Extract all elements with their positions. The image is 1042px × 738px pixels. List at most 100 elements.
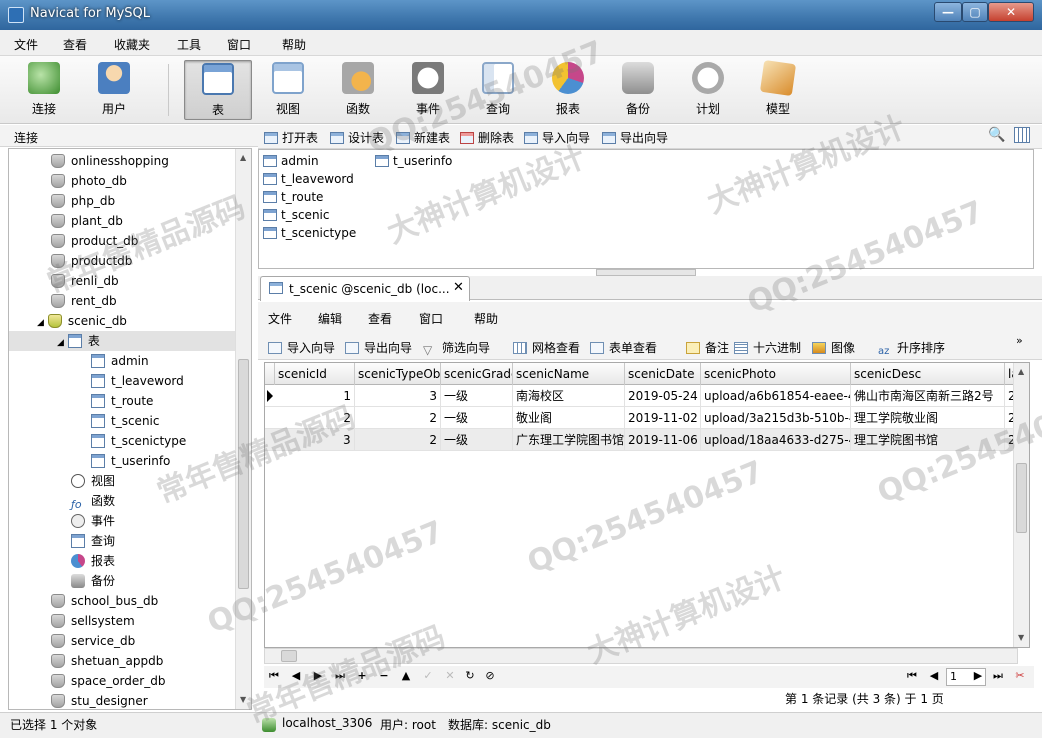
tree-db-item[interactable]: sellsystem [51,611,135,631]
grid-vertical-scrollbar[interactable]: ▲ ▼ [1013,363,1029,647]
object-table-item[interactable]: t_leaveword [263,170,354,188]
export-wizard-button[interactable]: 导出向导 [345,339,412,356]
tree-backups-node[interactable]: 备份 [71,571,115,591]
tree-table-item[interactable]: t_route [91,391,153,411]
toolbar-table-button[interactable]: 表 [184,60,252,120]
import-wizard-button[interactable]: 导入向导 [524,129,590,146]
grid-cell[interactable]: 2 [275,407,355,429]
inner-menu-help[interactable]: 帮助 [474,310,498,327]
grid-scroll-thumb[interactable] [1016,463,1027,533]
inner-menu-window[interactable]: 窗口 [419,310,443,327]
tree-table-item[interactable]: t_scenictype [91,431,186,451]
toolbar-backup-button[interactable]: 备份 [604,60,672,120]
grid-view-button[interactable]: 网格查看 [513,339,580,356]
up-icon[interactable]: ▲ [398,669,414,682]
tree-db-item[interactable]: product_db [51,231,138,251]
toolbar-connection-button[interactable]: 连接 [10,60,78,120]
settings-icon[interactable]: ✂ [1012,669,1028,682]
next-page-icon[interactable]: ▶ [970,669,986,682]
inner-menu-edit[interactable]: 编辑 [318,310,342,327]
hscroll-thumb[interactable] [281,650,297,662]
grid-cell[interactable]: 理工学院敬业阁 [851,407,1005,429]
scroll-down-icon[interactable]: ▼ [240,695,246,704]
object-table-item[interactable]: t_scenic [263,206,329,224]
grid-cell[interactable]: 广东理工学院图书馆 [513,429,625,451]
object-table-item[interactable]: t_scenictype [263,224,356,242]
tree-views-node[interactable]: 视图 [71,471,115,491]
search-icon[interactable]: 🔍 [988,127,1005,143]
list-view-icon[interactable] [1014,127,1030,143]
delete-record-icon[interactable]: − [376,669,392,682]
tree-db-item[interactable]: school_bus_db [51,591,158,611]
prev-page-icon[interactable]: ◀ [926,669,942,682]
toolbar-overflow-icon[interactable]: » [1016,334,1023,347]
tree-db-item[interactable]: service_db [51,631,135,651]
toolbar-model-button[interactable]: 模型 [744,59,812,120]
inner-menu-view[interactable]: 查看 [368,310,392,327]
first-page-icon[interactable]: ⏮ [904,669,920,683]
table-row[interactable]: 3 2 一级 广东理工学院图书馆 2019-11-06 upload/18aa4… [265,429,1025,451]
grid-cell[interactable]: upload/18aa4633-d275-4 [701,429,851,451]
add-record-icon[interactable]: + [354,669,370,682]
prev-record-icon[interactable]: ◀ [288,669,304,682]
menu-favorites[interactable]: 收藏夹 [114,36,150,53]
inner-menu-file[interactable]: 文件 [268,310,292,327]
discard-icon[interactable]: ✕ [442,669,458,682]
tree-table-item[interactable]: t_leaveword [91,371,184,391]
tree-db-scenic[interactable]: ◢ scenic_db [37,311,127,331]
scroll-up-icon[interactable]: ▲ [1018,367,1024,376]
object-table-item[interactable]: t_route [263,188,323,206]
maximize-button[interactable]: ▢ [962,2,988,22]
grid-cell[interactable]: upload/3a215d3b-510b-4 [701,407,851,429]
tree-db-item[interactable]: rent_db [51,291,117,311]
toolbar-view-button[interactable]: 视图 [254,60,322,120]
tree-db-item[interactable]: plant_db [51,211,123,231]
tree-db-item[interactable]: photo_db [51,171,127,191]
toolbar-query-button[interactable]: 查询 [464,60,532,120]
tree-table-item[interactable]: t_userinfo [91,451,170,471]
menu-file[interactable]: 文件 [14,36,38,53]
toolbar-function-button[interactable]: 函数 [324,60,392,120]
menu-tools[interactable]: 工具 [177,36,201,53]
filter-wizard-button[interactable]: ▽ 筛选向导 [423,339,490,357]
tree-db-item[interactable]: php_db [51,191,115,211]
last-record-icon[interactable]: ⏭ [332,669,348,683]
tree-db-item[interactable]: stu_designer [51,691,148,709]
grid-cell[interactable]: 2019-11-06 [625,429,701,451]
column-header[interactable]: scenicId [275,363,355,385]
grid-horizontal-scrollbar[interactable] [264,648,1018,664]
menu-help[interactable]: 帮助 [282,36,306,53]
scroll-up-icon[interactable]: ▲ [240,153,246,162]
tree-events-node[interactable]: 事件 [71,511,115,531]
grid-cell[interactable]: 理工学院图书馆 [851,429,1005,451]
grid-cell[interactable]: 一级 [441,407,513,429]
column-header[interactable]: scenicPhoto [701,363,851,385]
delete-table-button[interactable]: 删除表 [460,129,514,146]
first-record-icon[interactable]: ⏮ [266,669,282,683]
close-tab-icon[interactable]: ✕ [453,280,464,295]
refresh-icon[interactable]: ↻ [462,669,478,682]
tab-t-scenic[interactable]: t_scenic @scenic_db (loc... ✕ [260,276,470,301]
tree-table-item[interactable]: admin [91,351,149,371]
grid-cell[interactable]: 一级 [441,429,513,451]
open-table-button[interactable]: 打开表 [264,129,318,146]
scroll-down-icon[interactable]: ▼ [1018,633,1024,642]
tree-db-item[interactable]: shetuan_appdb [51,651,163,671]
export-wizard-button[interactable]: 导出向导 [602,129,668,146]
design-table-button[interactable]: 设计表 [330,129,384,146]
next-record-icon[interactable]: ▶ [310,669,326,682]
table-row[interactable]: 2 2 一级 敬业阁 2019-11-02 upload/3a215d3b-51… [265,407,1025,429]
grid-cell[interactable]: 1 [275,385,355,407]
toolbar-event-button[interactable]: 事件 [394,60,462,120]
tree-db-item[interactable]: productdb [51,251,132,271]
import-wizard-button[interactable]: 导入向导 [268,339,335,356]
grid-cell[interactable]: 一级 [441,385,513,407]
grid-cell[interactable]: 佛山市南海区南新三路2号 [851,385,1005,407]
tree-queries-node[interactable]: 查询 [71,531,115,551]
image-button[interactable]: 图像 [812,339,855,356]
expand-arrow-icon[interactable]: ◢ [57,338,64,348]
object-table-item[interactable]: t_userinfo [375,152,452,170]
tree-db-item[interactable]: renli_db [51,271,119,291]
grid-cell[interactable]: 2019-11-02 [625,407,701,429]
panel-splitter[interactable] [596,269,696,276]
